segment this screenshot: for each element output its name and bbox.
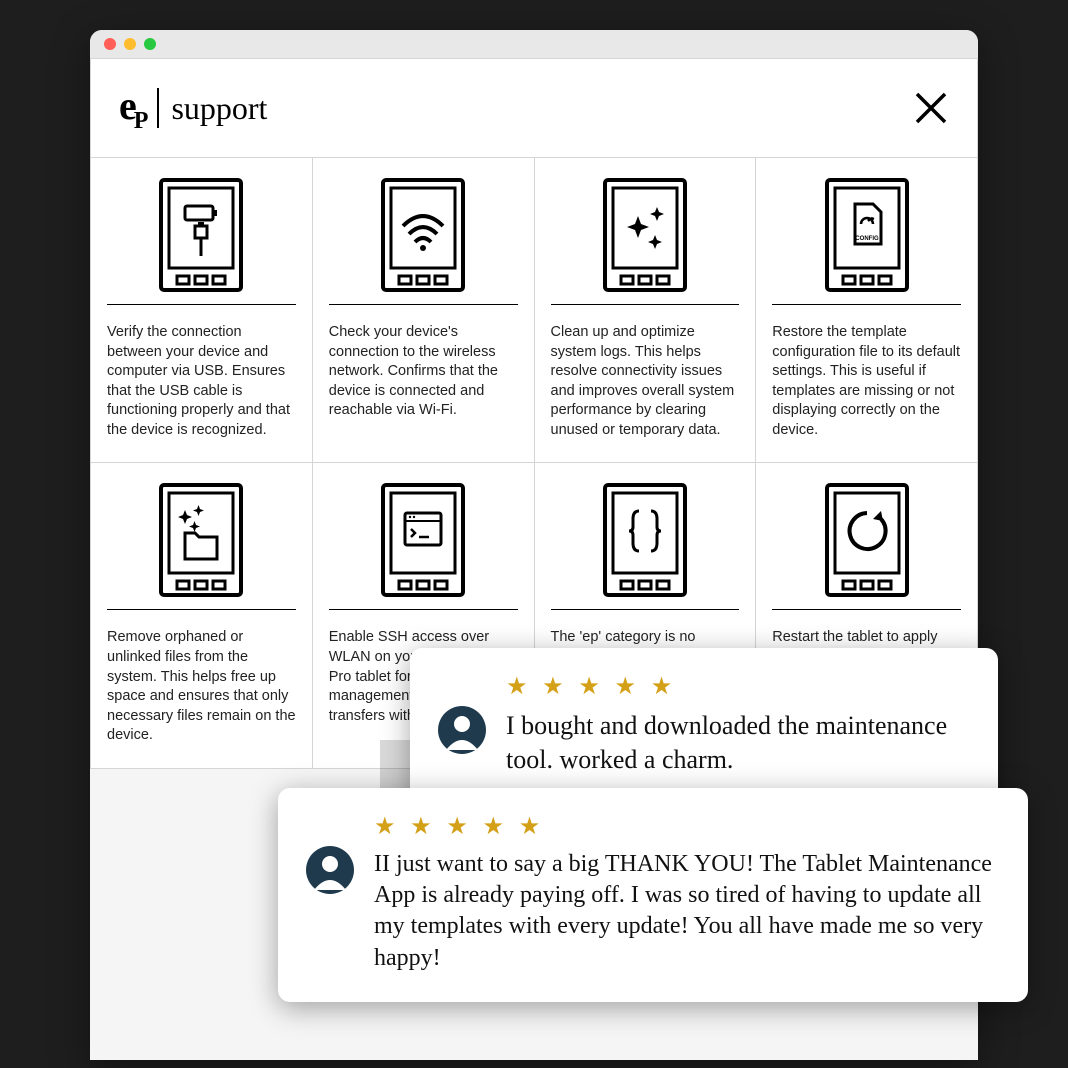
avatar-icon [438,706,486,754]
card-usb[interactable]: Verify the connection between your devic… [91,158,312,462]
svg-text:CONFIG: CONFIG [855,236,879,242]
star-rating: ★ ★ ★ ★ ★ [506,672,970,701]
card-text: Clean up and optimize system logs. This … [551,323,740,440]
star-rating: ★ ★ ★ ★ ★ [374,812,1000,841]
header: eP support [90,58,978,158]
review-text: II just want to say a big THANK YOU! The… [374,849,1000,974]
review-card-1: ★ ★ ★ ★ ★ I bought and downloaded the ma… [410,648,998,805]
braces-tablet-icon [551,481,740,599]
config-file-tablet-icon: CONFIG [772,176,961,294]
window-minimize-dot[interactable] [124,38,136,50]
review-card-2: ★ ★ ★ ★ ★ II just want to say a big THAN… [278,788,1028,1002]
wifi-tablet-icon [329,176,518,294]
card-text: Remove orphaned or unlinked files from t… [107,628,296,745]
card-config[interactable]: CONFIG Restore the template configuratio… [756,158,977,462]
usb-battery-tablet-icon [107,176,296,294]
avatar-icon [306,846,354,894]
window-maximize-dot[interactable] [144,38,156,50]
review-text: I bought and downloaded the maintenance … [506,709,970,777]
sparkle-tablet-icon [551,176,740,294]
logo-icon: eP [119,82,145,135]
window-close-dot[interactable] [104,38,116,50]
card-text: Verify the connection between your devic… [107,323,296,440]
brand: eP support [119,82,267,135]
card-cleanup[interactable]: Clean up and optimize system logs. This … [535,158,756,462]
restart-tablet-icon [772,481,961,599]
brand-divider [157,88,159,128]
titlebar [90,30,978,58]
sparkle-folder-tablet-icon [107,481,296,599]
card-text: Restore the template configuration file … [772,323,961,440]
terminal-tablet-icon [329,481,518,599]
close-icon[interactable] [913,90,949,126]
card-wifi[interactable]: Check your device's connection to the wi… [313,158,534,462]
brand-text: support [171,90,267,127]
card-text: Check your device's connection to the wi… [329,323,518,421]
card-remove-files[interactable]: Remove orphaned or unlinked files from t… [91,463,312,767]
